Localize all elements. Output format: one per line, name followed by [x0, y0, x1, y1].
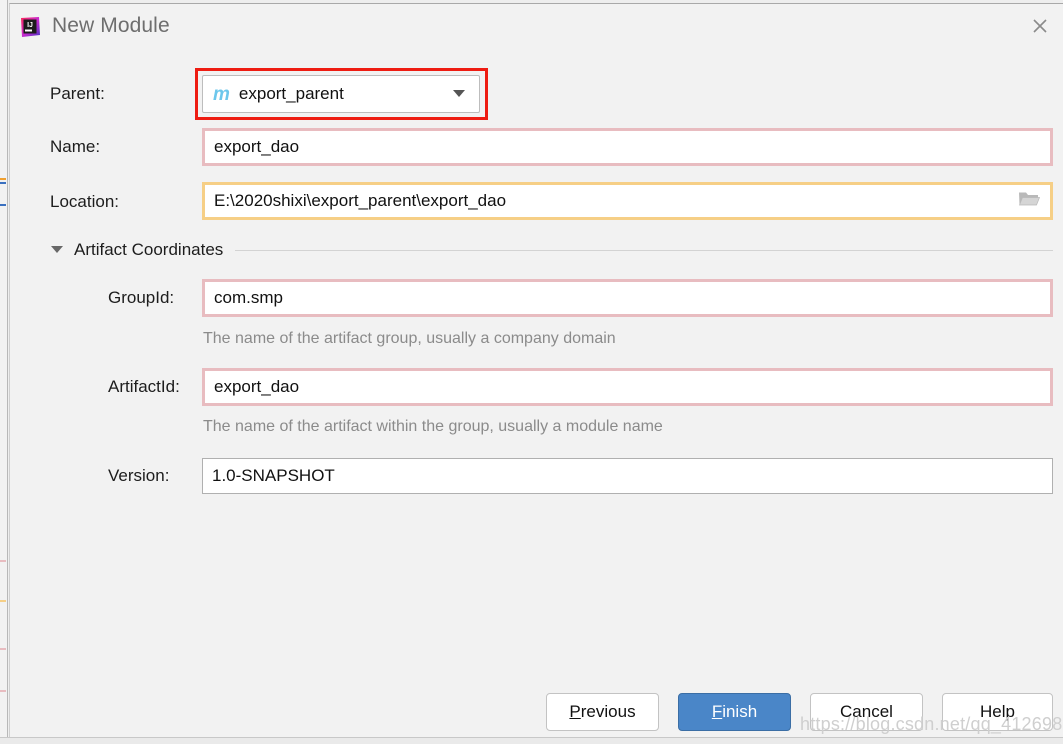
cancel-button[interactable]: Cancel — [810, 693, 923, 731]
close-icon[interactable] — [1017, 4, 1063, 48]
parent-selected-value: export_parent — [238, 84, 344, 103]
finish-label-rest: inish — [722, 702, 758, 721]
parent-label: Parent: — [50, 84, 105, 103]
dialog-titlebar: IJ New Module — [10, 4, 1063, 50]
previous-button[interactable]: Previous — [546, 693, 659, 731]
location-value: E:\2020shixi\export_parent\export_dao — [214, 191, 507, 210]
maven-module-icon: m — [213, 83, 230, 105]
finish-mnemonic: F — [711, 702, 723, 721]
caret-down-icon[interactable] — [50, 241, 64, 259]
background-marker — [0, 204, 6, 206]
artifactid-input[interactable]: export_dao — [202, 368, 1053, 406]
groupid-label: GroupId: — [108, 288, 175, 307]
finish-button[interactable]: Finish — [678, 693, 791, 731]
artifactid-hint: The name of the artifact within the grou… — [203, 418, 663, 435]
artifactid-label: ArtifactId: — [108, 377, 180, 396]
new-module-dialog: IJ New Module Parent: m export_parent Na… — [9, 3, 1063, 740]
version-label: Version: — [108, 466, 170, 485]
svg-text:IJ: IJ — [27, 22, 33, 29]
background-marker — [0, 560, 6, 562]
chevron-down-icon[interactable] — [452, 85, 466, 103]
help-button[interactable]: Help — [942, 693, 1053, 731]
groupid-hint: The name of the artifact group, usually … — [203, 330, 616, 347]
version-input[interactable]: 1.0-SNAPSHOT — [202, 458, 1053, 494]
location-input[interactable]: E:\2020shixi\export_parent\export_dao — [202, 182, 1053, 220]
location-label: Location: — [50, 192, 119, 211]
previous-mnemonic: P — [569, 702, 581, 721]
previous-label-rest: revious — [580, 702, 636, 721]
ide-background-sliver — [0, 0, 8, 744]
folder-open-icon[interactable] — [1018, 190, 1041, 213]
background-marker — [0, 600, 6, 602]
section-divider — [235, 249, 1053, 251]
artifact-coordinates-title: Artifact Coordinates — [74, 240, 224, 259]
ide-background-bottom-strip — [0, 737, 1063, 744]
artifact-coordinates-section-header[interactable]: Artifact Coordinates — [50, 240, 1053, 260]
background-marker — [0, 178, 6, 180]
groupid-input[interactable]: com.smp — [202, 279, 1053, 317]
background-marker — [0, 648, 6, 650]
name-label: Name: — [50, 137, 101, 156]
parent-combobox[interactable]: m export_parent — [202, 75, 480, 113]
dialog-button-bar: Previous Finish Cancel Help — [10, 693, 1063, 735]
background-marker — [0, 182, 6, 184]
dialog-title: New Module — [52, 14, 170, 37]
name-input[interactable]: export_dao — [202, 128, 1053, 166]
intellij-idea-icon: IJ — [18, 15, 42, 39]
background-marker — [0, 690, 6, 692]
